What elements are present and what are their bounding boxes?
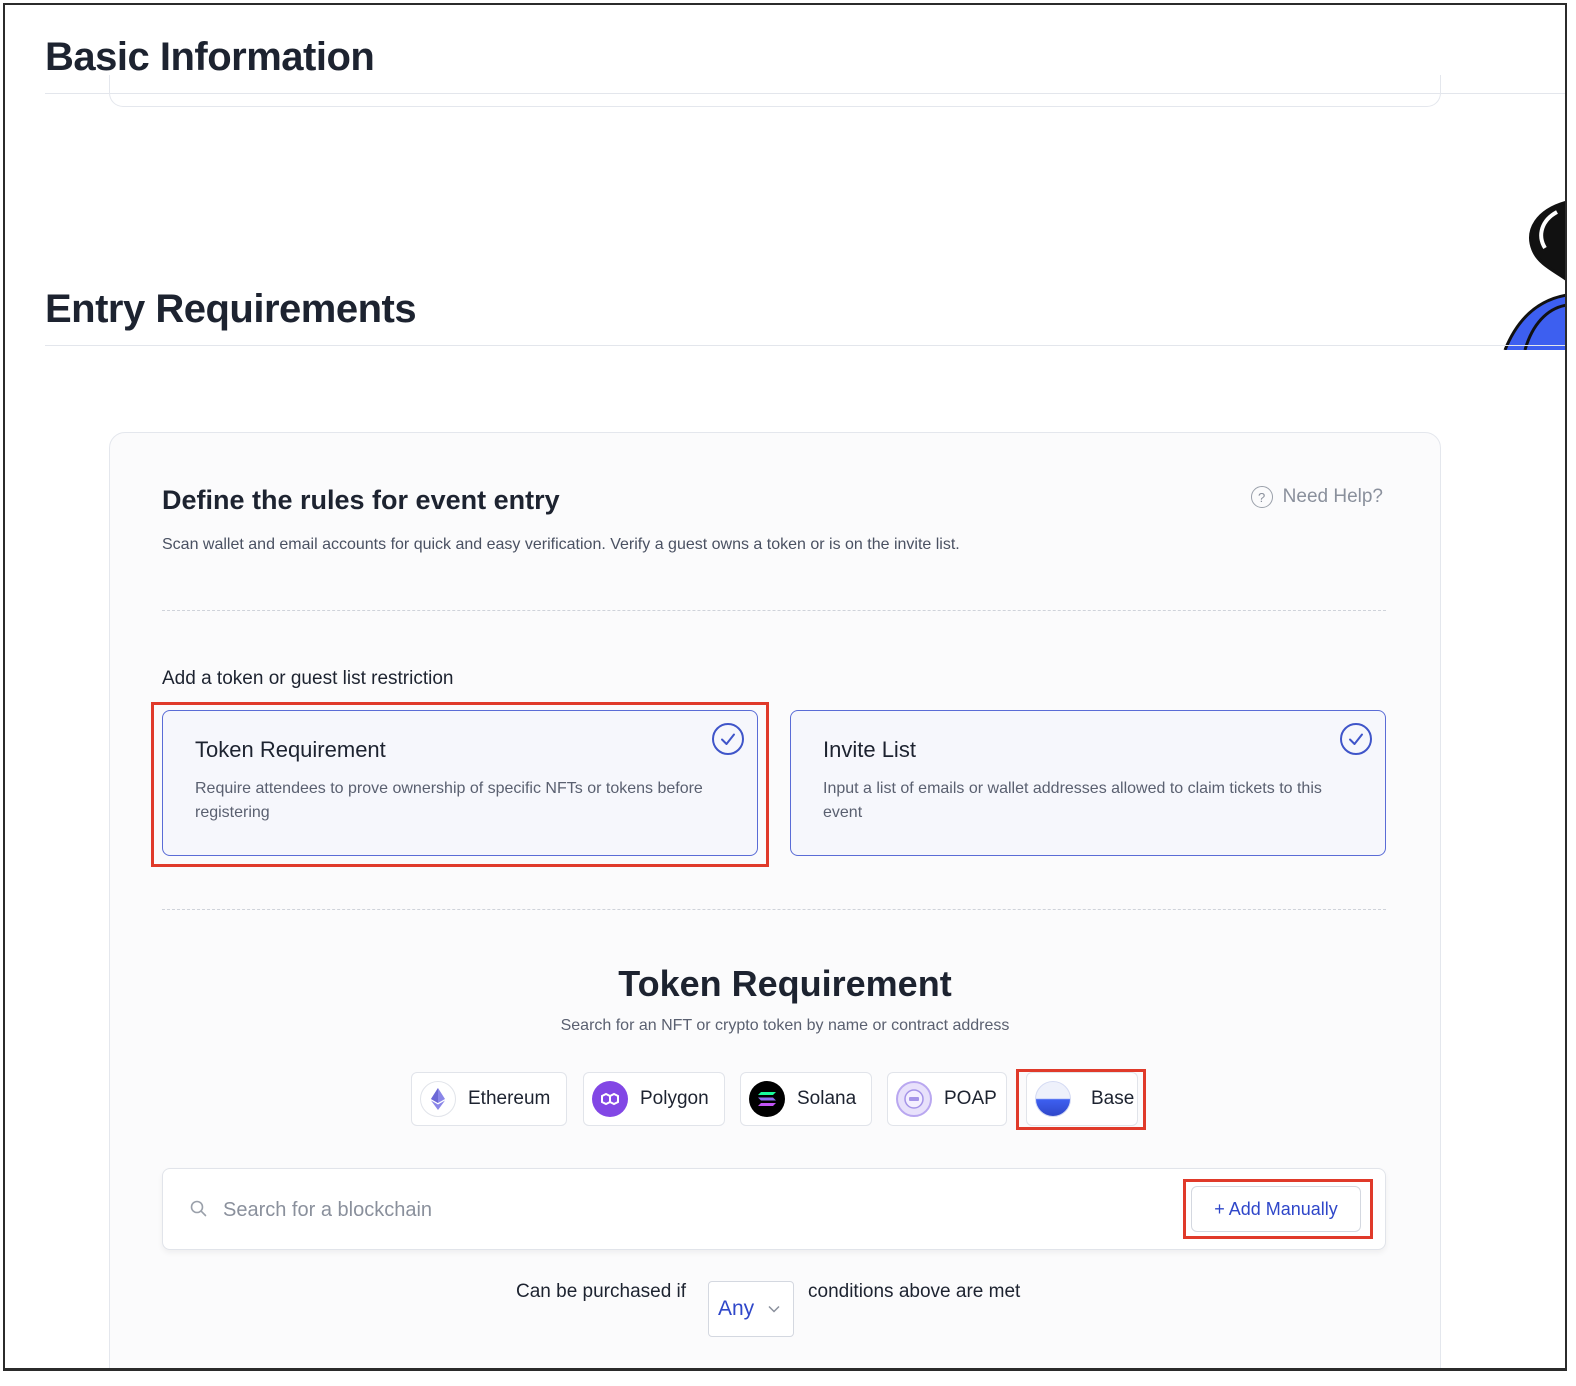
highlight-box	[1016, 1069, 1146, 1130]
basic-info-card-edge	[109, 75, 1441, 107]
chain-label: Polygon	[640, 1088, 709, 1109]
solana-icon	[749, 1081, 785, 1117]
help-icon: ?	[1250, 486, 1273, 508]
condition-prefix: Can be purchased if	[516, 1281, 687, 1302]
dashed-divider	[162, 610, 1386, 611]
checkmark-icon	[1340, 723, 1372, 755]
decorative-illustration	[1503, 201, 1565, 350]
entry-requirements-heading: Entry Requirements	[45, 287, 417, 331]
help-label: Need Help?	[1282, 486, 1383, 507]
token-requirement-subtitle: Search for an NFT or crypto token by nam…	[560, 1017, 1010, 1034]
condition-suffix: conditions above are met	[808, 1281, 1021, 1302]
chevron-down-icon	[768, 1305, 780, 1313]
poap-icon	[896, 1081, 932, 1117]
highlight-box	[1183, 1179, 1373, 1239]
option-description: Input a list of emails or wallet address…	[823, 780, 1322, 821]
restriction-label: Add a token or guest list restriction	[162, 668, 454, 689]
chain-solana[interactable]: Solana	[740, 1072, 872, 1126]
page-frame: Basic Information Entry Requirements Def…	[3, 3, 1567, 1371]
chain-label: Ethereum	[468, 1088, 551, 1109]
card-title: Define the rules for event entry	[162, 485, 560, 515]
invite-list-option[interactable]: Invite List Input a list of emails or wa…	[790, 710, 1386, 856]
section-divider	[45, 345, 1565, 346]
dashed-divider	[162, 909, 1386, 910]
chain-label: POAP	[944, 1088, 997, 1109]
chain-polygon[interactable]: Polygon	[583, 1072, 725, 1126]
basic-information-heading: Basic Information	[45, 35, 375, 79]
highlight-box	[151, 702, 769, 867]
card-subtitle: Scan wallet and email accounts for quick…	[162, 536, 960, 553]
condition-value: Any	[718, 1297, 755, 1320]
condition-select[interactable]: Any	[708, 1281, 794, 1337]
need-help-link[interactable]: ? Need Help?	[1250, 486, 1383, 508]
ethereum-icon	[420, 1081, 456, 1117]
blockchain-search-input[interactable]	[223, 1191, 1123, 1229]
chain-poap[interactable]: POAP	[887, 1072, 1007, 1126]
option-title: Invite List	[823, 737, 916, 762]
polygon-icon	[592, 1081, 628, 1117]
chain-label: Solana	[797, 1088, 857, 1109]
chain-ethereum[interactable]: Ethereum	[411, 1072, 567, 1126]
token-requirement-heading: Token Requirement	[618, 963, 952, 1004]
search-icon	[190, 1200, 207, 1217]
